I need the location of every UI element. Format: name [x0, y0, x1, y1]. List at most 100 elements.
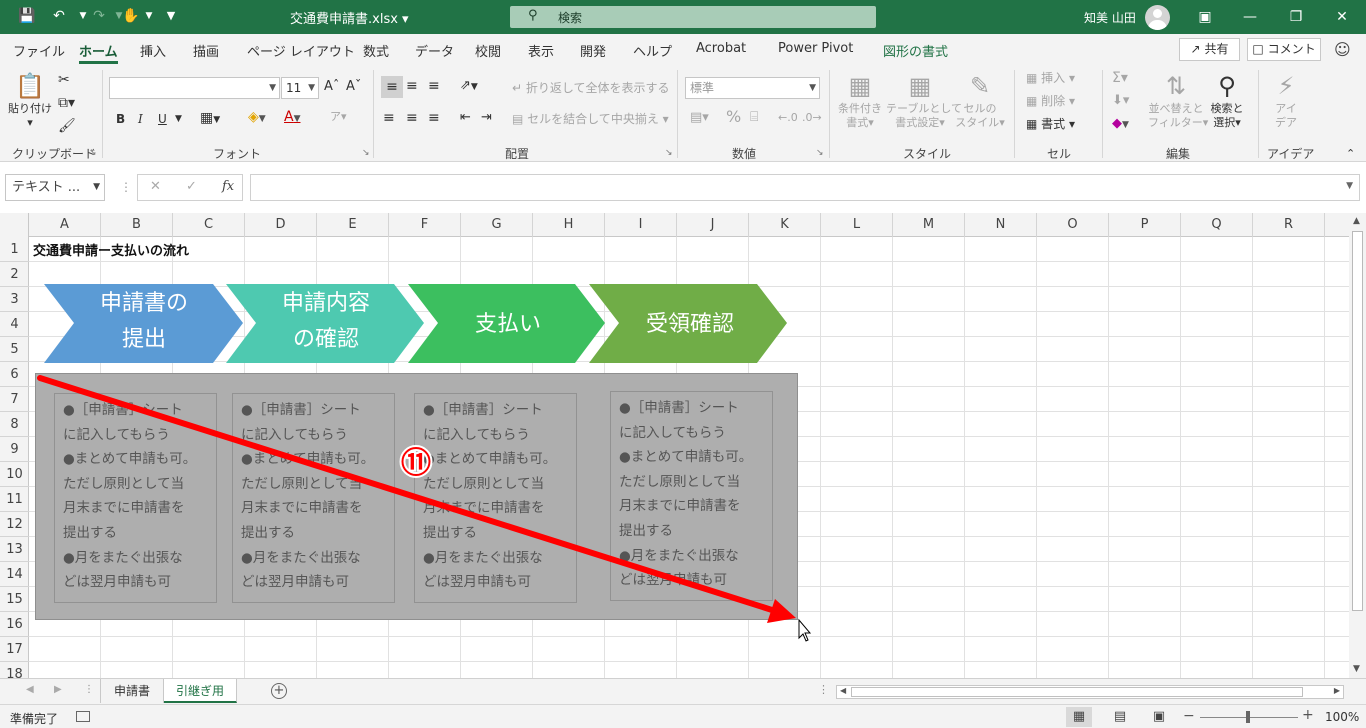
user-avatar-icon[interactable] [1145, 5, 1170, 30]
decrease-font-icon[interactable]: Aˇ [346, 79, 361, 95]
align-center-icon[interactable]: ≡ [406, 110, 418, 126]
borders-icon[interactable]: ▦▼ [200, 110, 220, 128]
search-box[interactable]: ⚲ 検索 [510, 6, 876, 28]
font-size-select[interactable]: 11 ▼ [281, 77, 319, 99]
number-launcher-icon[interactable]: ↘ [816, 148, 824, 158]
paste-button[interactable]: 📋 貼り付け ▾ [8, 72, 52, 130]
user-name[interactable]: 知美 山田 [1084, 9, 1136, 26]
font-launcher-icon[interactable]: ↘ [362, 148, 370, 158]
expand-formula-icon[interactable]: ▼ [1346, 181, 1353, 191]
decrease-indent-icon[interactable]: ⇤ [460, 110, 471, 126]
column-header[interactable]: N [965, 213, 1037, 237]
comment-icon: □ [1252, 42, 1264, 56]
customize-qat-icon[interactable]: ▼ [160, 6, 182, 26]
tab-page-layout[interactable]: ページ レイアウト [247, 41, 355, 60]
formula-input[interactable]: ▼ [250, 174, 1360, 201]
close-icon[interactable]: ✕ [1332, 7, 1352, 27]
horizontal-scroll-thumb[interactable] [851, 687, 1303, 697]
vertical-scrollbar[interactable]: ▲ ▼ [1349, 213, 1366, 678]
zoom-slider-knob[interactable] [1246, 711, 1250, 723]
align-top-icon[interactable]: ≡ [381, 76, 403, 98]
column-header[interactable]: M [893, 213, 965, 237]
alignment-launcher-icon[interactable]: ↘ [665, 148, 673, 158]
format-cells-button[interactable]: ▦ 書式 ▾ [1026, 116, 1075, 132]
feedback-smiley-icon[interactable]: ☺ [1334, 40, 1351, 59]
minimize-icon[interactable]: — [1240, 7, 1260, 27]
clear-icon[interactable]: ◆▼ [1112, 116, 1129, 133]
tab-insert[interactable]: 挿入 [140, 41, 166, 60]
tab-draw[interactable]: 描画 [193, 41, 219, 60]
tab-data[interactable]: データ [415, 41, 454, 60]
comma-style-icon: ⌸ [750, 109, 759, 125]
window-title[interactable]: 交通費申請書.xlsx ▾ [290, 8, 409, 27]
worksheet-grid[interactable]: ABCDEFGHIJKLMNOPQR 1 2 3 4 5 6 7 8 9 10 11 12 13 14 15… [0, 213, 1349, 678]
underline-button[interactable]: U [158, 111, 167, 127]
font-name-select[interactable]: ▼ [109, 77, 280, 99]
column-header[interactable]: P [1109, 213, 1181, 237]
column-header[interactable]: L [821, 213, 893, 237]
fill-color-icon[interactable]: ◈▼ [248, 109, 266, 127]
copy-icon[interactable]: ⧉▾ [58, 95, 75, 111]
zoom-in-icon[interactable]: + [1302, 707, 1314, 723]
column-header[interactable]: R [1253, 213, 1325, 237]
column-header[interactable]: O [1037, 213, 1109, 237]
next-sheet-icon[interactable]: ▶ [54, 684, 62, 695]
increase-font-icon[interactable]: Aˆ [324, 79, 339, 95]
tab-formulas[interactable]: 数式 [363, 41, 389, 60]
clipboard-launcher-icon[interactable]: ↘ [89, 148, 97, 158]
tab-developer[interactable]: 開発 [580, 41, 606, 60]
scroll-right-icon[interactable]: ▶ [1334, 686, 1340, 695]
decrease-decimal-icon: .0→ [802, 111, 822, 124]
align-middle-icon[interactable]: ≡ [406, 78, 418, 94]
zoom-out-icon[interactable]: − [1183, 708, 1195, 724]
tab-file[interactable]: ファイル [13, 41, 65, 60]
page-layout-view-icon[interactable]: ▤ [1107, 707, 1133, 727]
tab-review[interactable]: 校閲 [475, 41, 501, 60]
font-color-icon[interactable]: A▼ [284, 109, 301, 127]
name-box[interactable]: テキスト ... ▼ [5, 174, 105, 201]
ribbon-display-options-icon[interactable]: ▣ [1195, 7, 1215, 27]
align-right-icon[interactable]: ≡ [428, 110, 440, 126]
column-header[interactable]: Q [1181, 213, 1253, 237]
tab-acrobat[interactable]: Acrobat [696, 41, 746, 56]
orientation-icon[interactable]: ⇗▼ [460, 78, 478, 95]
italic-button[interactable]: I [138, 111, 143, 127]
page-break-view-icon[interactable]: ▣ [1146, 707, 1172, 727]
horizontal-scrollbar[interactable]: ◀ ▶ [836, 685, 1344, 699]
macro-record-icon[interactable] [76, 711, 90, 722]
bold-button[interactable]: B [116, 111, 125, 127]
scroll-down-icon[interactable]: ▼ [1353, 664, 1360, 674]
find-select-button[interactable]: ⚲ 検索と 選択▾ [1206, 72, 1248, 130]
normal-view-icon[interactable]: ▦ [1066, 707, 1092, 727]
tab-home[interactable]: ホーム [79, 41, 118, 64]
insert-function-button[interactable]: fx [222, 179, 234, 194]
tab-power-pivot[interactable]: Power Pivot [778, 41, 853, 56]
increase-indent-icon[interactable]: ⇥ [481, 110, 492, 126]
save-icon[interactable]: 💾 [16, 6, 38, 26]
tab-help[interactable]: ヘルプ [633, 41, 672, 60]
zoom-level[interactable]: 100% [1325, 710, 1359, 724]
vertical-scroll-thumb[interactable] [1352, 231, 1363, 611]
cut-icon[interactable]: ✂ [58, 72, 70, 88]
share-button[interactable]: ↗ 共有 [1179, 38, 1240, 61]
touch-dropdown-icon[interactable]: ▼ [138, 6, 160, 26]
cell-styles-button: ✎ セルの スタイル▾ [955, 72, 1005, 129]
collapse-ribbon-icon[interactable]: ⌃ [1346, 146, 1355, 162]
align-bottom-icon[interactable]: ≡ [428, 78, 440, 94]
format-painter-icon[interactable]: 🖌 [58, 118, 76, 134]
add-sheet-icon[interactable]: + [271, 683, 287, 699]
scroll-up-icon[interactable]: ▲ [1353, 216, 1360, 226]
scroll-left-icon[interactable]: ◀ [840, 686, 846, 695]
tab-view[interactable]: 表示 [528, 41, 554, 60]
tab-shape-format[interactable]: 図形の書式 [883, 41, 948, 60]
restore-icon[interactable]: ❐ [1286, 7, 1306, 27]
undo-icon[interactable]: ↶ [48, 6, 70, 26]
align-left-icon[interactable]: ≡ [383, 110, 395, 126]
sheet-tab-shinseisho[interactable]: 申請書 [100, 679, 164, 703]
prev-sheet-icon[interactable]: ◀ [26, 684, 34, 695]
row-header[interactable]: 18 [0, 662, 29, 678]
underline-dropdown-icon[interactable]: ▼ [175, 111, 182, 127]
separator [373, 70, 374, 158]
comment-button[interactable]: □ コメント [1247, 38, 1321, 61]
sheet-tab-hikitsugi[interactable]: 引継ぎ用 [164, 679, 237, 703]
